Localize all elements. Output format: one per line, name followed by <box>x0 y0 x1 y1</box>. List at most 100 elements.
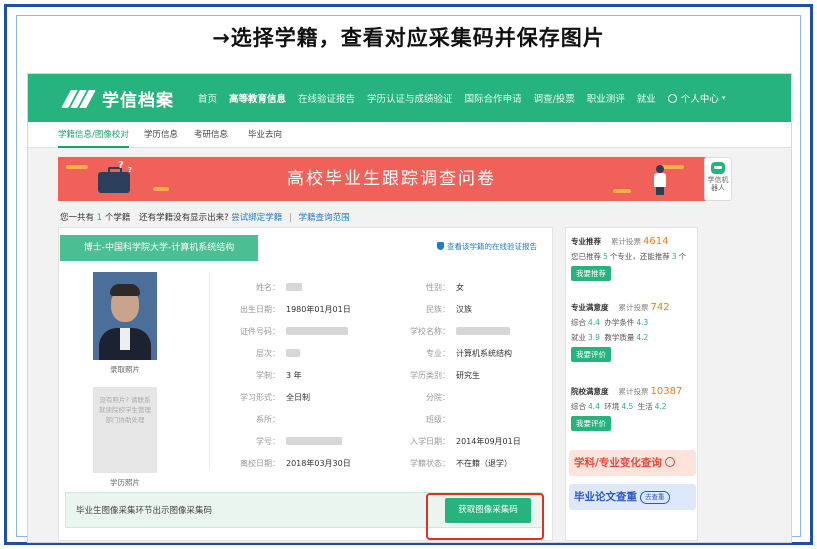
field-id-number: 证件号码： <box>210 322 348 342</box>
vote-total-label: 累计投票 <box>618 387 649 396</box>
masked-value <box>286 283 302 291</box>
field-study-form: 学习形式： 全日制 <box>240 393 310 402</box>
subject-change-query-banner[interactable]: 学科/专业变化查询 <box>569 450 696 476</box>
recommended-count: 5 <box>603 252 608 261</box>
nav-international-cooperation[interactable]: 国际合作申请 <box>465 91 522 105</box>
vote-total: 742 <box>650 302 670 313</box>
robot-icon <box>711 162 725 174</box>
field-ethnicity: 民族： 汉族 <box>426 305 472 314</box>
rate-major-button[interactable]: 我要评价 <box>571 347 611 362</box>
robot-label: 学信机器人 <box>707 176 729 192</box>
field-enrollment-date: 入学日期： 2014年09月01日 <box>410 437 521 446</box>
field-gender: 性别：女 <box>426 283 464 292</box>
subnav-postgrad-exam-info[interactable]: 考研信息 <box>194 122 228 148</box>
verify-report-link[interactable]: 查看该学籍的在线验证报告 <box>437 241 537 252</box>
verify-report-label: 查看该学籍的在线验证报告 <box>447 242 537 251</box>
major-satisfaction-section: 专业满意度 累计投票 742 综合 4.4 办学条件 4.3 就业 3.9 教学质量 4.2… <box>571 302 695 362</box>
masked-value <box>456 327 510 335</box>
rating-label: 环境 <box>604 402 620 411</box>
field-school-name: 学校名称： <box>380 322 510 342</box>
subnav-status-photo-check[interactable]: 学籍信息/图像校对 <box>58 122 129 148</box>
try-bind-status-link[interactable]: 尝试绑定学籍 <box>231 213 282 223</box>
masked-value <box>286 437 342 445</box>
nav-survey-vote[interactable]: 调查/投票 <box>534 91 575 105</box>
degree-photo-caption: 学历照片 <box>110 478 140 487</box>
rating-label: 办学条件 <box>604 318 635 327</box>
section-title: 专业满意度 <box>571 303 609 312</box>
field-level: 层次： <box>210 344 300 364</box>
promo-label: 学科/专业变化查询 <box>574 457 662 469</box>
status-count-line: 您一共有 1 个学籍 还有学籍没有显示出来? 尝试绑定学籍 | 学籍查询范围 <box>60 211 350 223</box>
rating-label: 教学质量 <box>604 333 635 342</box>
status-query-scope-link[interactable]: 学籍查询范围 <box>299 213 350 223</box>
count-prefix: 您一共有 <box>60 213 95 223</box>
recommend-text: 您已推荐 <box>571 252 601 261</box>
nav-higher-education[interactable]: 高等教育信息 <box>229 91 286 105</box>
field-degree-category: 学历类别： 研究生 <box>410 371 480 380</box>
rating-label: 综合 <box>571 402 586 411</box>
nav-user-center[interactable]: 个人中心 ▾ <box>667 91 726 105</box>
highlight-box <box>426 493 544 540</box>
photo-column: 录取照片 没有照片? 请联系就读院校学生管理部门协助处理 学历照片 <box>87 272 163 488</box>
count-suffix: 个学籍 <box>104 213 131 223</box>
vote-total: 10387 <box>650 386 683 397</box>
field-branch: 分院： <box>426 393 450 402</box>
nav-online-verify-report[interactable]: 在线验证报告 <box>298 91 355 105</box>
field-class: 班级： <box>426 415 450 424</box>
check-pill: 去查重 <box>640 491 670 504</box>
image-code-hint: 毕业生图像采集环节出示图像采集码 <box>76 506 213 516</box>
recommend-button[interactable]: 我要推荐 <box>571 266 611 281</box>
thesis-check-banner[interactable]: 毕业论文查重 去查重 <box>569 484 696 510</box>
major-recommend-section: 专业推荐 累计投票 4614 您已推荐 5 个专业，还能推荐 3 个 我要推荐 <box>571 236 695 281</box>
user-icon <box>667 93 677 103</box>
banner-title: 高校毕业生跟踪调查问卷 <box>287 169 496 189</box>
rating-label: 生活 <box>637 402 653 411</box>
field-birthdate: 出生日期： 1980年01月01日 <box>240 305 351 314</box>
chevron-down-icon: ▾ <box>721 94 726 102</box>
recommend-text: 个 <box>678 252 687 261</box>
nav-career-test[interactable]: 职业测评 <box>587 91 625 105</box>
promo-label: 毕业论文查重 <box>574 491 637 503</box>
robot-assistant[interactable]: 学信机器人 <box>704 157 732 201</box>
play-icon <box>664 457 675 467</box>
subnav-degree-info[interactable]: 学历信息 <box>144 122 178 148</box>
masked-value <box>286 327 348 335</box>
rate-school-button[interactable]: 我要评价 <box>571 416 611 431</box>
shield-icon <box>437 242 444 250</box>
rating-value: 3.9 <box>588 333 600 342</box>
user-center-label: 个人中心 <box>680 94 719 105</box>
admission-photo-caption: 录取照片 <box>110 365 140 374</box>
rating-label: 综合 <box>571 318 586 327</box>
survey-banner[interactable]: ? ? 高校毕业生跟踪调查问卷 <box>58 157 725 201</box>
missing-status-question: 还有学籍没有显示出来? <box>139 213 229 223</box>
school-status-tab[interactable]: 博士-中国科学院大学-计算机系统结构 <box>60 235 258 261</box>
instruction-heading: →选择学籍，查看对应采集码并保存图片 <box>212 26 605 50</box>
field-program-length: 学制： 3 年 <box>256 371 302 380</box>
rating-value: 4.2 <box>636 333 649 342</box>
nav-degree-certification[interactable]: 学历认证与成绩验证 <box>367 91 453 105</box>
field-leave-date: 离校日期： 2018年03月30日 <box>240 459 351 468</box>
section-title: 专业推荐 <box>571 237 601 246</box>
remaining-count: 3 <box>671 252 677 261</box>
rating-value: 4.2 <box>654 402 667 411</box>
logo-icon <box>61 88 96 108</box>
status-fields: 姓名： 性别：女 出生日期： 1980年01月01日 民族： 汉族 证件号码： 学校… <box>209 272 549 470</box>
top-navbar: 学信档案 首页 高等教育信息 在线验证报告 学历认证与成绩验证 国际合作申请 调… <box>28 74 791 122</box>
site-logo[interactable]: 学信档案 <box>61 85 174 111</box>
masked-value <box>286 349 300 357</box>
section-title: 院校满意度 <box>571 387 609 396</box>
subnav-graduate-destination[interactable]: 毕业去向 <box>248 122 282 148</box>
field-status: 学籍状态： 不在籍（退学） <box>410 459 512 468</box>
status-count: 1 <box>96 213 103 223</box>
sub-navbar: 学籍信息/图像校对 学历信息 考研信息 毕业去向 <box>28 122 791 148</box>
field-major: 专业： 计算机系统结构 <box>426 349 512 358</box>
field-department: 系所： <box>256 415 280 424</box>
degree-photo-placeholder: 没有照片? 请联系就读院校学生管理部门协助处理 <box>93 387 157 473</box>
nav-employment[interactable]: 就业 <box>637 91 656 105</box>
main-nav: 首页 高等教育信息 在线验证报告 学历认证与成绩验证 国际合作申请 调查/投票 … <box>198 74 725 122</box>
recommend-text: 个专业，还能推荐 <box>609 252 670 261</box>
rating-value: 4.4 <box>588 318 600 327</box>
field-name: 姓名： <box>210 278 302 298</box>
admission-photo <box>93 272 157 360</box>
nav-home[interactable]: 首页 <box>198 91 217 105</box>
